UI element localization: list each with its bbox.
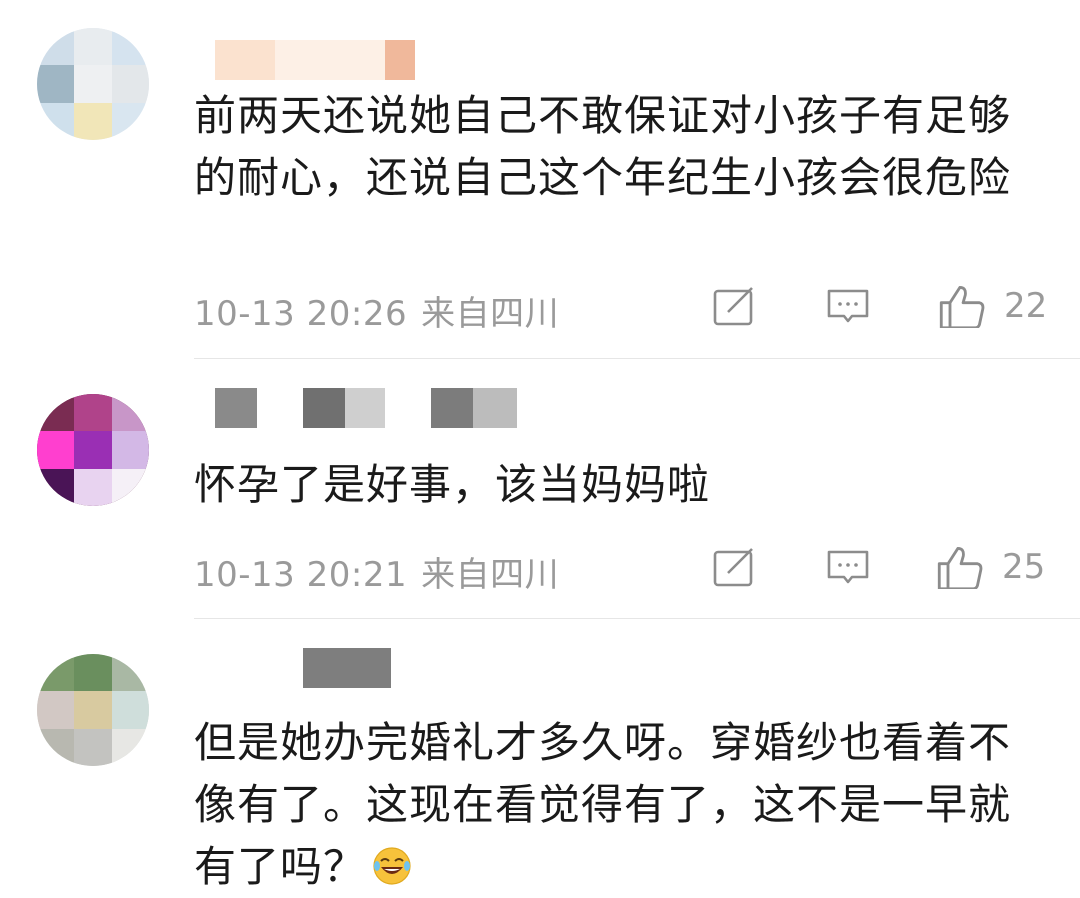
username-redacted[interactable] <box>195 388 555 432</box>
username-redacted[interactable] <box>195 40 435 84</box>
comment-location: 来自四川 <box>421 294 560 334</box>
comment-text: 前两天还说她自己不敢保证对小孩子有足够的耐心，还说自己这个年纪生小孩会很危险 <box>194 91 1012 202</box>
avatar-mosaic <box>37 28 149 140</box>
comment-time: 10-13 20:21 <box>194 555 408 595</box>
share-icon[interactable] <box>712 287 756 327</box>
comment-item: 前两天还说她自己不敢保证对小孩子有足够的耐心，还说自己这个年纪生小孩会很危险 1… <box>0 0 1080 360</box>
thumbs-up-icon[interactable] <box>936 545 984 589</box>
laughing-tears-emoji-icon <box>373 846 411 885</box>
comment-meta: 10-13 20:21 来自四川 <box>194 547 559 596</box>
comment-text: 怀孕了是好事，该当妈妈啦 <box>194 460 711 509</box>
comment-icon[interactable] <box>826 548 870 588</box>
avatar[interactable] <box>37 28 149 140</box>
comment-icon[interactable] <box>826 287 870 327</box>
comment-meta: 10-13 20:26 来自四川 <box>194 286 559 335</box>
username-redacted[interactable] <box>195 648 495 692</box>
divider <box>194 618 1080 619</box>
avatar[interactable] <box>37 654 149 766</box>
comment-text-content: 但是她办完婚礼才多久呀。穿婚纱也看着不像有了。这现在看觉得有了，这不是一早就有了… <box>194 718 1012 891</box>
comment-text: 但是她办完婚礼才多久呀。穿婚纱也看着不像有了。这现在看觉得有了，这不是一早就有了… <box>194 712 1024 898</box>
share-icon[interactable] <box>712 548 756 588</box>
thumbs-up-icon[interactable] <box>938 284 986 328</box>
comment-time: 10-13 20:26 <box>194 294 408 334</box>
comment-item: 但是她办完婚礼才多久呀。穿婚纱也看着不像有了。这现在看觉得有了，这不是一早就有了… <box>0 620 1080 891</box>
avatar-mosaic <box>37 394 149 506</box>
comment-location: 来自四川 <box>421 555 560 595</box>
like-count: 22 <box>1004 286 1048 326</box>
avatar[interactable] <box>37 394 149 506</box>
like-count: 25 <box>1002 547 1046 587</box>
avatar-mosaic <box>37 654 149 766</box>
divider <box>194 358 1080 359</box>
comment-item: 怀孕了是好事，该当妈妈啦 10-13 20:21 来自四川 25 <box>0 360 1080 620</box>
